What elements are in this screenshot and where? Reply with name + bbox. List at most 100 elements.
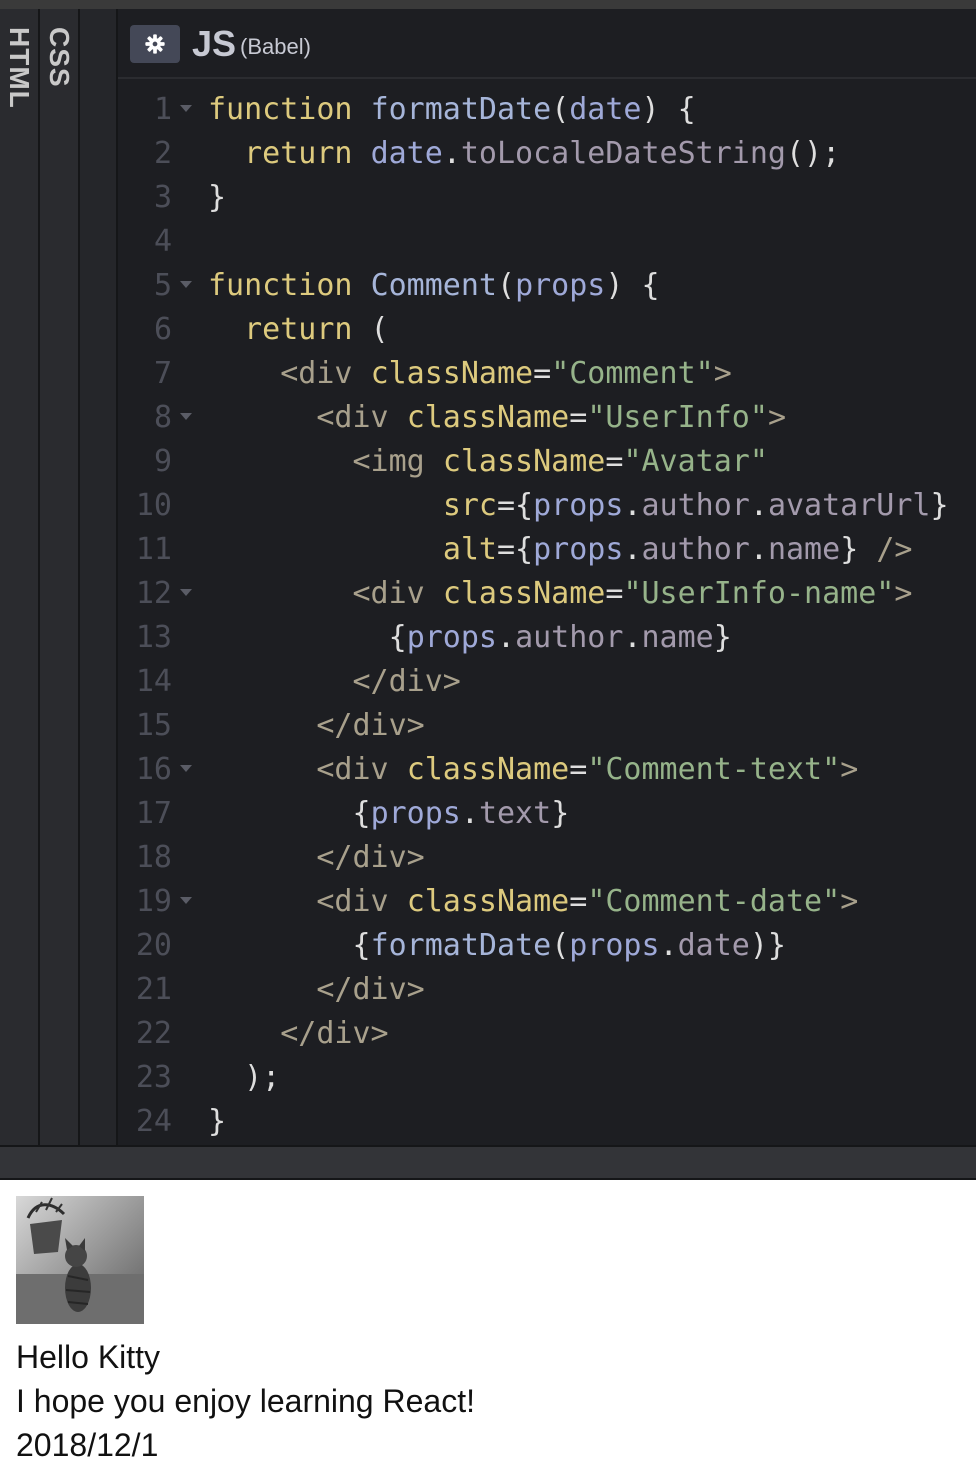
preview-output: Hello Kitty I hope you enjoy learning Re… xyxy=(0,1180,976,1478)
code-line[interactable]: 18 </div> xyxy=(118,836,976,880)
code-line[interactable]: 16 <div className="Comment-text"> xyxy=(118,748,976,792)
line-number: 1 xyxy=(153,92,172,127)
code-line[interactable]: 4 xyxy=(118,220,976,264)
settings-button[interactable] xyxy=(130,25,180,63)
code-line[interactable]: 23 ); xyxy=(118,1056,976,1100)
code-token: = xyxy=(569,752,588,787)
code-text: {formatDate(props.date)} xyxy=(208,924,786,968)
code-line[interactable]: 10 src={props.author.avatarUrl} xyxy=(118,484,976,528)
code-token: "UserInfo-name" xyxy=(623,576,895,611)
line-number: 16 xyxy=(135,752,172,787)
line-number: 12 xyxy=(135,576,172,611)
tab-html[interactable]: HTML xyxy=(0,9,40,1145)
line-number: 5 xyxy=(153,268,172,303)
line-number: 11 xyxy=(135,532,172,567)
code-token: </div> xyxy=(280,1016,389,1051)
code-editor-area: HTML CSS JS (Babel) 1 function formatDat… xyxy=(0,0,976,1180)
code-token: date xyxy=(677,928,750,963)
top-strip xyxy=(0,0,976,9)
fold-arrow-icon[interactable] xyxy=(180,281,192,288)
code-token: "Comment-date" xyxy=(587,884,841,919)
code-token: { xyxy=(208,796,371,831)
code-token: = xyxy=(569,884,588,919)
code-line[interactable]: 6 return ( xyxy=(118,308,976,352)
code-lines[interactable]: 1 function formatDate(date) {2 return dat… xyxy=(118,88,976,1144)
code-line[interactable]: 1 function formatDate(date) { xyxy=(118,88,976,132)
code-line[interactable]: 14 </div> xyxy=(118,660,976,704)
code-text: {props.text} xyxy=(208,792,569,836)
code-text: </div> xyxy=(208,968,424,1012)
code-token: <div xyxy=(316,752,389,787)
fold-arrow-icon[interactable] xyxy=(180,105,192,112)
code-token: className xyxy=(406,752,570,787)
code-token: /> xyxy=(876,532,913,567)
code-text: <img className="Avatar" xyxy=(208,440,768,484)
code-token: return xyxy=(244,136,353,171)
tab-css-label: CSS xyxy=(44,27,75,88)
code-token: } xyxy=(551,796,570,831)
code-token: date xyxy=(370,136,443,171)
code-text: </div> xyxy=(208,836,424,880)
code-token: className xyxy=(442,444,606,479)
code-token: return xyxy=(244,312,353,347)
code-line[interactable]: 5 function Comment(props) { xyxy=(118,264,976,308)
comment-text: I hope you enjoy learning React! xyxy=(16,1383,475,1419)
line-number: 10 xyxy=(135,488,172,523)
tab-css[interactable]: CSS xyxy=(40,9,80,1145)
code-token: = xyxy=(569,400,588,435)
code-line[interactable]: 20 {formatDate(props.date)} xyxy=(118,924,976,968)
js-editor-pane[interactable]: JS (Babel) 1 function formatDate(date) {2… xyxy=(118,9,976,1145)
code-text: return ( xyxy=(208,308,389,352)
code-token: ={ xyxy=(497,488,534,523)
code-line[interactable]: 11 alt={props.author.name} /> xyxy=(118,528,976,572)
code-line[interactable]: 15 </div> xyxy=(118,704,976,748)
cat-photo-icon xyxy=(16,1196,144,1324)
collapsed-panel-strip[interactable] xyxy=(80,9,118,1145)
code-line[interactable]: 9 <img className="Avatar" xyxy=(118,440,976,484)
code-text: </div> xyxy=(208,704,424,748)
line-number: 6 xyxy=(153,312,172,347)
code-line[interactable]: 3} xyxy=(118,176,976,220)
code-line[interactable]: 8 <div className="UserInfo"> xyxy=(118,396,976,440)
code-line[interactable]: 24} xyxy=(118,1100,976,1144)
code-line[interactable]: 7 <div className="Comment"> xyxy=(118,352,976,396)
code-token: ( xyxy=(551,92,570,127)
code-line[interactable]: 21 </div> xyxy=(118,968,976,1012)
code-line[interactable]: 12 <div className="UserInfo-name"> xyxy=(118,572,976,616)
code-token: props xyxy=(515,268,606,303)
code-token: } xyxy=(713,620,732,655)
code-text: <div className="Comment-text"> xyxy=(208,748,858,792)
code-text: } xyxy=(208,176,226,220)
code-text: {props.author.name} xyxy=(208,616,732,660)
line-number: 21 xyxy=(135,972,172,1007)
code-token: date xyxy=(569,92,642,127)
code-line[interactable]: 19 <div className="Comment-date"> xyxy=(118,880,976,924)
line-number: 19 xyxy=(135,884,172,919)
fold-arrow-icon[interactable] xyxy=(180,413,192,420)
code-token: . xyxy=(659,928,678,963)
code-token: className xyxy=(442,576,606,611)
fold-arrow-icon[interactable] xyxy=(180,897,192,904)
code-token: } xyxy=(208,180,227,215)
code-text: <div className="Comment-date"> xyxy=(208,880,858,924)
code-line[interactable]: 22 </div> xyxy=(118,1012,976,1056)
pane-resize-bar[interactable] xyxy=(0,1145,976,1180)
code-line[interactable]: 17 {props.text} xyxy=(118,792,976,836)
code-token: > xyxy=(840,752,859,787)
fold-arrow-icon[interactable] xyxy=(180,765,192,772)
fold-arrow-icon[interactable] xyxy=(180,589,192,596)
code-line[interactable]: 13 {props.author.name} xyxy=(118,616,976,660)
code-token: props xyxy=(533,532,624,567)
author-name: Hello Kitty xyxy=(16,1339,161,1375)
code-line[interactable]: 2 return date.toLocaleDateString(); xyxy=(118,132,976,176)
